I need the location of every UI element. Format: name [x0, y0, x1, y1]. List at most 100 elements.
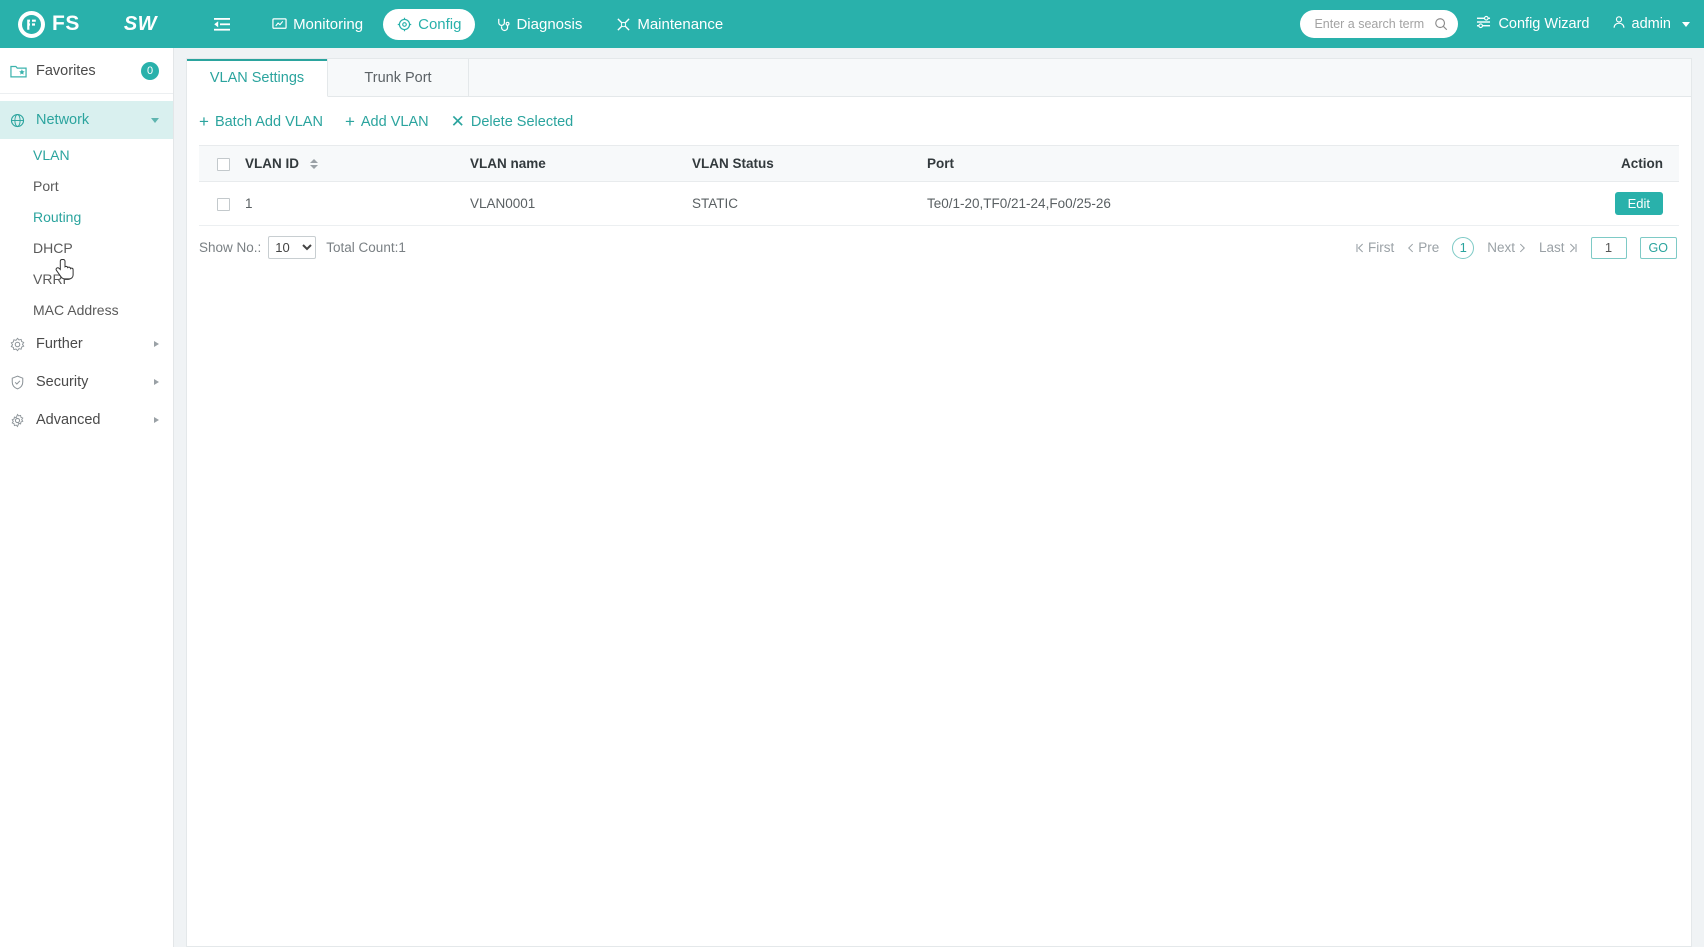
sidebar-group-advanced-label: Advanced	[36, 412, 101, 428]
sidebar-item-favorites[interactable]: Favorites 0	[0, 48, 173, 94]
gear-icon	[397, 17, 412, 32]
table-row[interactable]: 1 VLAN0001 STATIC Te0/1-20,TF0/21-24,Fo0…	[199, 181, 1679, 226]
last-page-icon	[1569, 243, 1577, 252]
page-prev-button[interactable]: Pre	[1407, 240, 1439, 255]
stethoscope-icon	[495, 17, 510, 32]
admin-menu[interactable]: admin	[1612, 15, 1690, 33]
row-select-cell	[199, 181, 245, 226]
chevron-right-icon	[154, 341, 159, 347]
chevron-right-icon	[154, 379, 159, 385]
sidebar-item-mac-address[interactable]: MAC Address	[0, 294, 173, 325]
favorites-label: Favorites	[36, 62, 96, 79]
sidebar-collapse-icon[interactable]	[212, 13, 234, 35]
sidebar-group-network-label: Network	[36, 112, 90, 128]
page-last-button[interactable]: Last	[1539, 240, 1578, 255]
sidebar-item-dhcp[interactable]: DHCP	[0, 232, 173, 263]
monitor-icon	[272, 17, 287, 32]
config-wizard-label: Config Wizard	[1498, 16, 1590, 32]
user-icon	[1612, 15, 1626, 33]
plus-icon: +	[344, 112, 355, 131]
pagination-bar: Show No.: 102050100 Total Count:1 First	[187, 226, 1691, 259]
column-header-action: Action	[1489, 145, 1679, 182]
main-nav: Monitoring Config Diagnosis Maintenance	[258, 8, 737, 40]
select-all-checkbox[interactable]	[217, 157, 230, 171]
wizard-icon	[1476, 15, 1491, 33]
delete-selected-label: Delete Selected	[470, 113, 574, 130]
pagination-controls: First Pre 1 Next Last 1 GO	[1355, 236, 1677, 259]
wrench-icon	[616, 17, 631, 32]
row-checkbox[interactable]	[217, 197, 230, 211]
tab-vlan-settings[interactable]: VLAN Settings	[187, 59, 328, 97]
select-all-header	[199, 145, 245, 182]
sidebar-group-security[interactable]: Security	[0, 363, 173, 401]
column-header-action-label: Action	[1621, 156, 1663, 171]
nav-maintenance[interactable]: Maintenance	[602, 9, 737, 40]
column-header-vlan-name-label: VLAN name	[470, 156, 546, 171]
sidebar-group-advanced[interactable]: Advanced	[0, 401, 173, 439]
nav-config[interactable]: Config	[383, 8, 476, 40]
search-input[interactable]	[1314, 17, 1435, 31]
chevron-down-icon	[151, 117, 159, 123]
search-box[interactable]	[1300, 10, 1459, 38]
flower-gear-icon	[10, 337, 26, 352]
column-header-vlan-id[interactable]: VLAN ID	[245, 145, 470, 182]
top-header: FS SW Monitoring Config Diagnosis Mainte…	[0, 0, 1704, 48]
edit-button[interactable]: Edit	[1614, 192, 1663, 215]
column-header-vlan-status-label: VLAN Status	[692, 156, 774, 171]
cell-vlan-id: 1	[245, 181, 470, 226]
header-right-tools: Config Wizard admin	[1300, 10, 1690, 38]
column-header-vlan-status: VLAN Status	[692, 145, 927, 182]
fs-logo-icon	[18, 10, 45, 38]
batch-add-vlan-button[interactable]: + Batch Add VLAN	[199, 113, 323, 130]
nav-diagnosis[interactable]: Diagnosis	[481, 9, 596, 40]
show-number-label: Show No.:	[199, 240, 262, 255]
sidebar-group-security-label: Security	[36, 374, 89, 390]
add-vlan-button[interactable]: + Add VLAN	[345, 113, 429, 130]
nav-config-label: Config	[418, 15, 462, 33]
shield-icon	[10, 375, 26, 390]
goto-page-input[interactable]	[1590, 236, 1627, 259]
sidebar-group-further[interactable]: Further	[0, 325, 173, 363]
sidebar: Favorites 0 Network VLAN Port Routing DH…	[0, 48, 174, 947]
product-name: SW	[123, 12, 158, 35]
vlan-table: VLAN ID VLAN name VLAN Status Port Actio…	[199, 145, 1679, 226]
sort-icon[interactable]	[309, 159, 318, 170]
cell-vlan-status: STATIC	[692, 181, 927, 226]
nav-monitoring-label: Monitoring	[293, 15, 364, 33]
sidebar-item-routing[interactable]: Routing	[0, 201, 173, 232]
batch-add-vlan-label: Batch Add VLAN	[214, 113, 323, 130]
page-next-button[interactable]: Next	[1487, 240, 1526, 255]
page-first-button[interactable]: First	[1355, 240, 1394, 255]
sidebar-item-mac-address-label: MAC Address	[33, 301, 119, 318]
column-header-vlan-name: VLAN name	[470, 145, 692, 182]
sidebar-item-vlan[interactable]: VLAN	[0, 139, 173, 170]
sidebar-group-network[interactable]: Network	[0, 101, 173, 139]
sidebar-item-routing-label: Routing	[33, 208, 82, 225]
nav-monitoring[interactable]: Monitoring	[258, 9, 377, 40]
nav-diagnosis-label: Diagnosis	[516, 15, 583, 33]
page-size-select[interactable]: 102050100	[268, 236, 317, 259]
brand-logo: FS	[18, 10, 80, 38]
column-header-port: Port	[927, 145, 1489, 182]
delete-selected-button[interactable]: ✕ Delete Selected	[451, 113, 574, 130]
vlan-panel: VLAN Settings Trunk Port + Batch Add VLA…	[186, 58, 1692, 947]
cell-action: Edit	[1489, 181, 1679, 226]
sidebar-group-further-label: Further	[36, 336, 83, 352]
close-icon: ✕	[450, 112, 465, 131]
page-number-1[interactable]: 1	[1452, 236, 1475, 259]
column-header-vlan-id-label: VLAN ID	[245, 156, 299, 171]
first-page-icon	[1356, 243, 1364, 252]
tab-bar: VLAN Settings Trunk Port	[187, 59, 1691, 97]
total-count-label: Total Count:1	[326, 240, 406, 255]
sidebar-item-vrrp[interactable]: VRRP	[0, 263, 173, 294]
search-icon[interactable]	[1434, 17, 1448, 31]
chevron-left-icon	[1408, 243, 1414, 252]
tab-trunk-port[interactable]: Trunk Port	[328, 59, 469, 96]
main-content: VLAN Settings Trunk Port + Batch Add VLA…	[174, 48, 1704, 947]
page-last-label: Last	[1539, 240, 1565, 255]
chevron-right-icon	[1519, 243, 1526, 252]
page-next-label: Next	[1487, 240, 1516, 255]
sidebar-item-port[interactable]: Port	[0, 170, 173, 201]
go-button[interactable]: GO	[1639, 236, 1677, 259]
config-wizard-button[interactable]: Config Wizard	[1476, 15, 1590, 33]
